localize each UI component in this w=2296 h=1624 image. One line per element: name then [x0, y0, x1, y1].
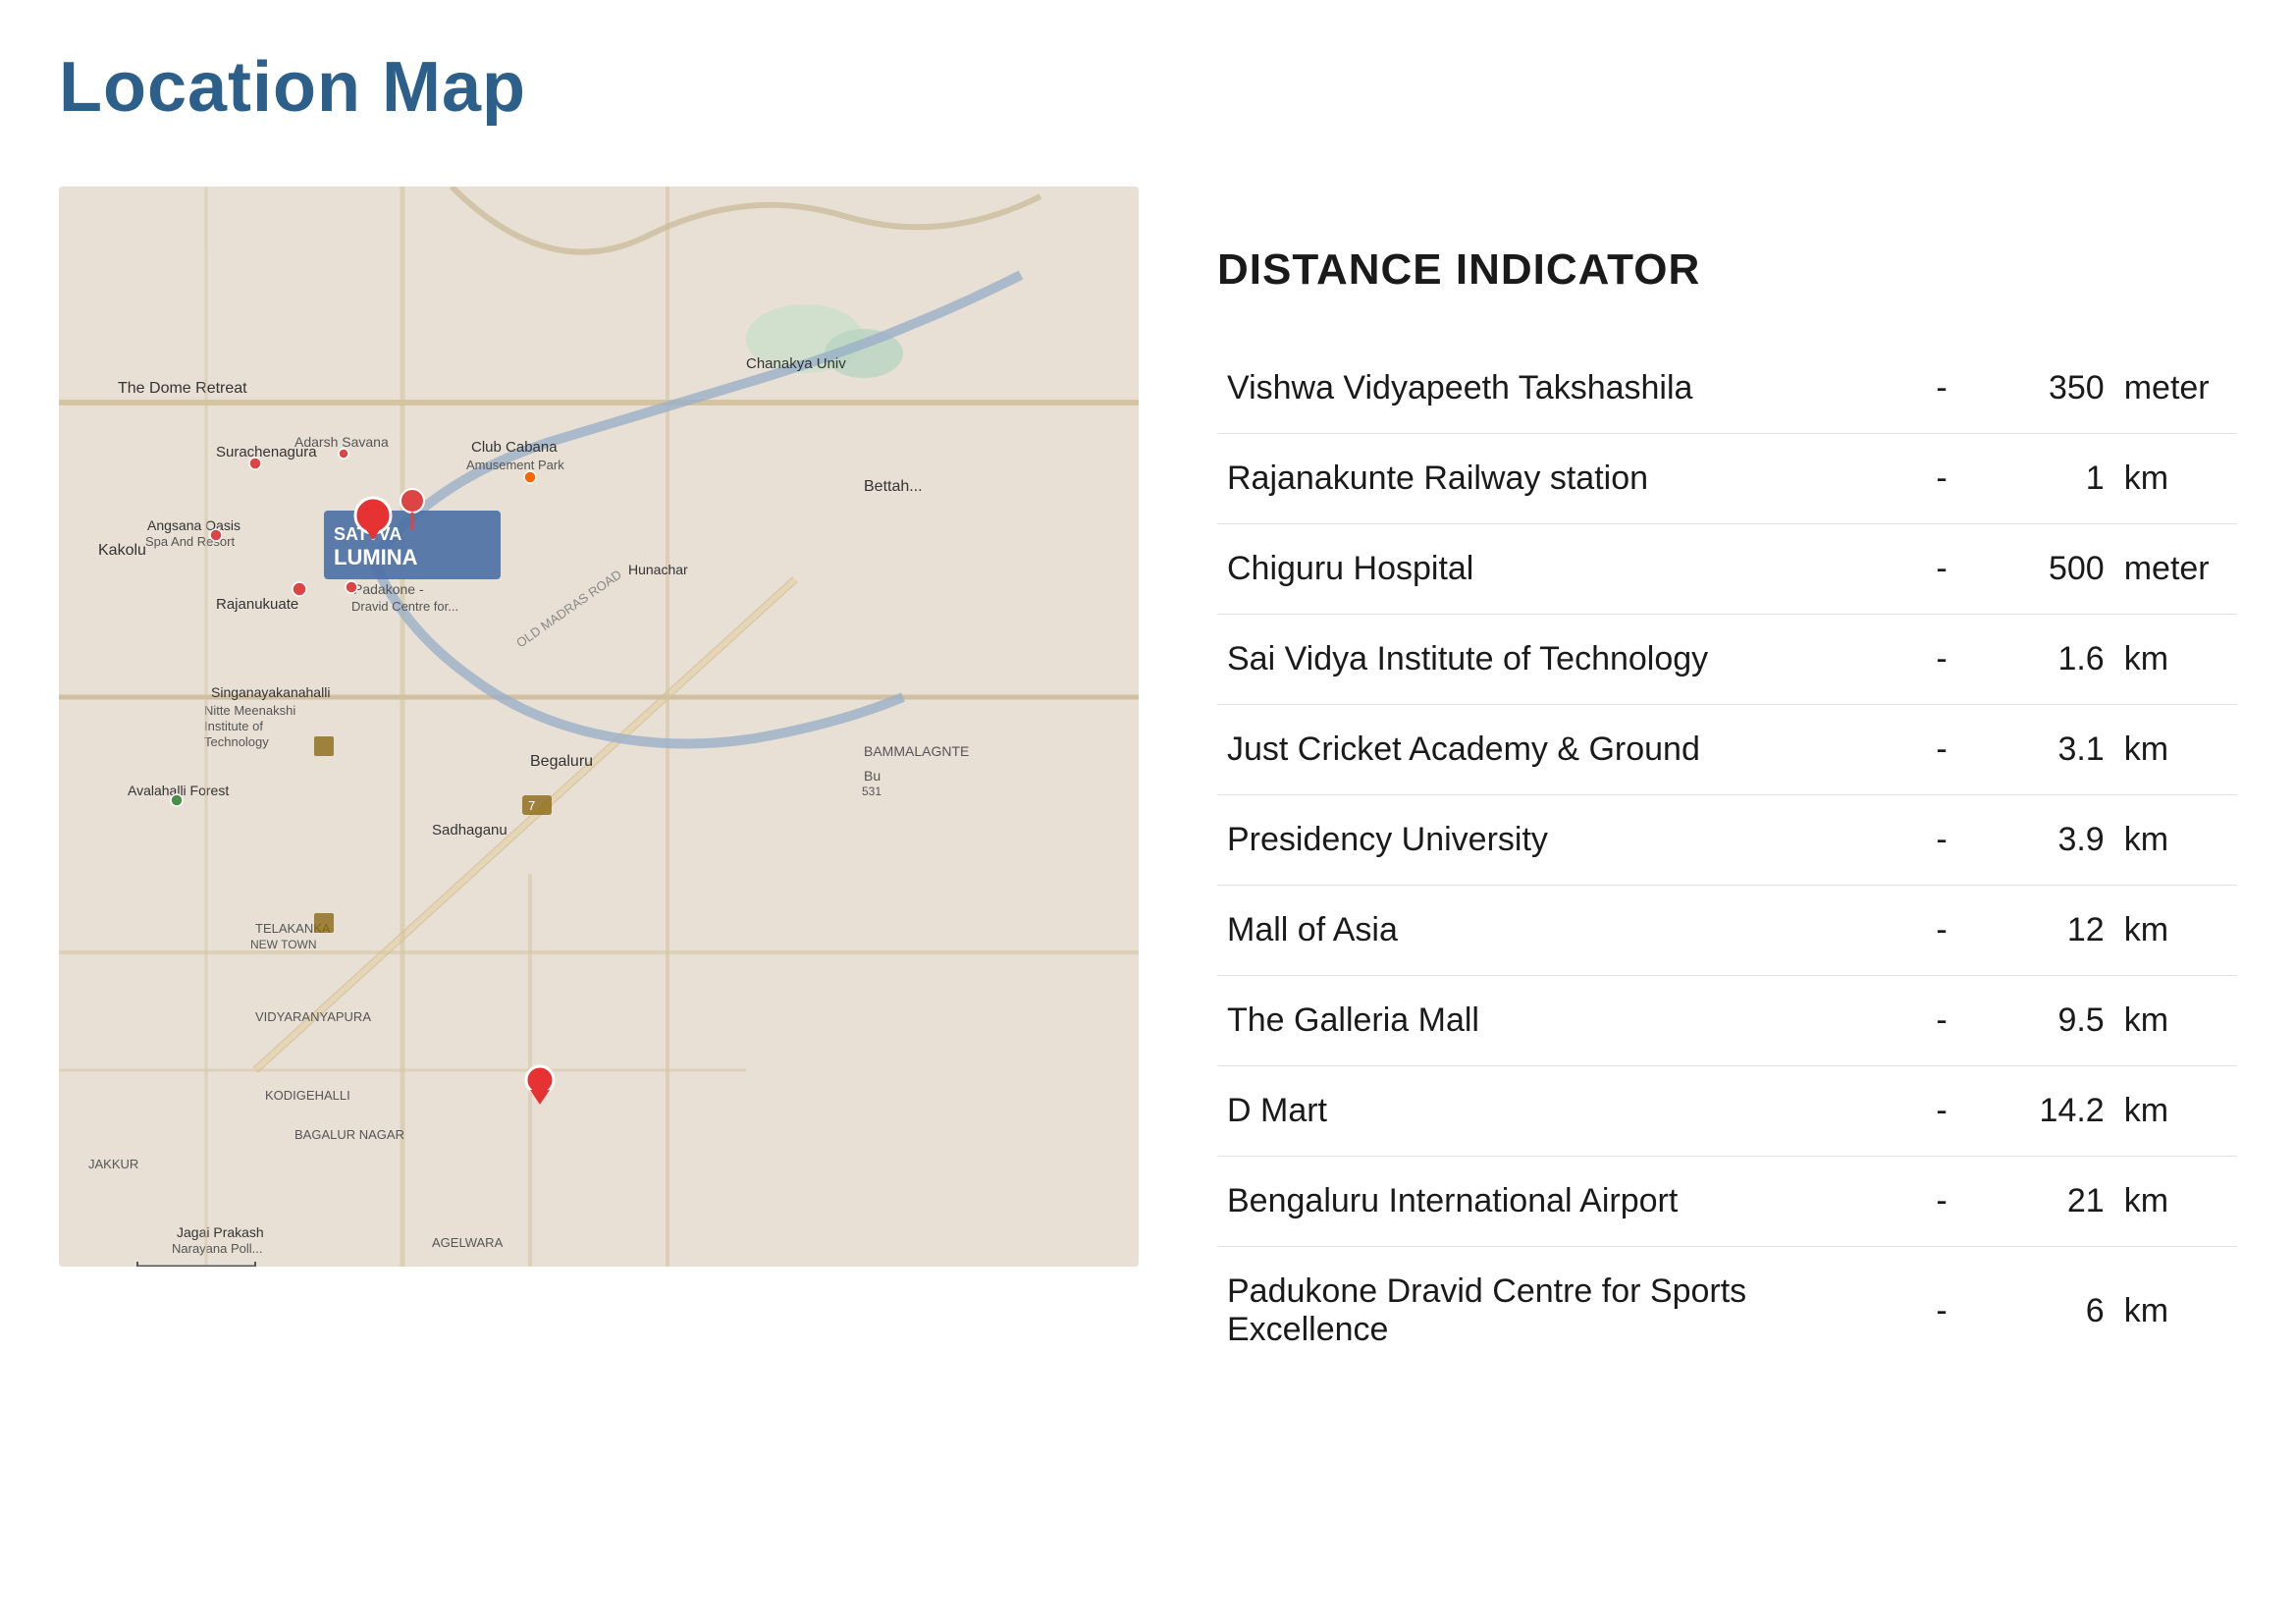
map-container: SATTVA LUMINA The Dome Retreat Surachena…	[59, 187, 1139, 1267]
svg-text:Nitte Meenakshi: Nitte Meenakshi	[204, 703, 295, 718]
distance-name: Rajanakunte Railway station	[1217, 434, 1907, 524]
distance-row: Bengaluru International Airport - 21 km	[1217, 1157, 2237, 1247]
distance-value: 14.2	[1976, 1066, 2114, 1157]
distance-unit: km	[2114, 1066, 2237, 1157]
svg-text:Narayana Poll...: Narayana Poll...	[172, 1241, 263, 1256]
distance-unit: meter	[2114, 344, 2237, 434]
distance-value: 3.9	[1976, 795, 2114, 886]
distance-name: Just Cricket Academy & Ground	[1217, 705, 1907, 795]
distance-row: Vishwa Vidyapeeth Takshashila - 350 mete…	[1217, 344, 2237, 434]
svg-text:531: 531	[862, 785, 881, 798]
distance-value: 3.1	[1976, 705, 2114, 795]
distance-value: 12	[1976, 886, 2114, 976]
distance-value: 9.5	[1976, 976, 2114, 1066]
distance-unit: km	[2114, 705, 2237, 795]
distance-value: 1	[1976, 434, 2114, 524]
svg-text:AGELWARA: AGELWARA	[432, 1235, 504, 1250]
svg-text:Adarsh Savana: Adarsh Savana	[294, 434, 389, 450]
distance-value: 350	[1976, 344, 2114, 434]
svg-text:BAMMALAGNTE: BAMMALAGNTE	[864, 743, 969, 759]
distance-unit: meter	[2114, 524, 2237, 615]
distance-row: Just Cricket Academy & Ground - 3.1 km	[1217, 705, 2237, 795]
page-title: Location Map	[59, 47, 2237, 128]
distance-value: 500	[1976, 524, 2114, 615]
svg-text:Jagai Prakash: Jagai Prakash	[177, 1224, 264, 1240]
distance-table: Vishwa Vidyapeeth Takshashila - 350 mete…	[1217, 344, 2237, 1375]
distance-row: The Galleria Mall - 9.5 km	[1217, 976, 2237, 1066]
distance-dash: -	[1907, 1157, 1976, 1247]
distance-name: Mall of Asia	[1217, 886, 1907, 976]
distance-dash: -	[1907, 705, 1976, 795]
svg-text:Rajanukuate: Rajanukuate	[216, 596, 298, 613]
svg-text:Technology: Technology	[204, 734, 269, 749]
svg-text:Sadhaganu: Sadhaganu	[432, 822, 507, 839]
distance-row: Chiguru Hospital - 500 meter	[1217, 524, 2237, 615]
distance-row: Sai Vidya Institute of Technology - 1.6 …	[1217, 615, 2237, 705]
svg-text:LUMINA: LUMINA	[334, 545, 418, 569]
svg-text:Hunachar: Hunachar	[628, 562, 688, 577]
distance-name: Bengaluru International Airport	[1217, 1157, 1907, 1247]
distance-name: Chiguru Hospital	[1217, 524, 1907, 615]
distance-unit: km	[2114, 886, 2237, 976]
distance-dash: -	[1907, 524, 1976, 615]
svg-text:Bu: Bu	[864, 768, 881, 784]
distance-value: 1.6	[1976, 615, 2114, 705]
distance-row: Rajanakunte Railway station - 1 km	[1217, 434, 2237, 524]
distance-row: D Mart - 14.2 km	[1217, 1066, 2237, 1157]
svg-text:The Dome Retreat: The Dome Retreat	[118, 380, 247, 397]
svg-text:Angsana Oasis: Angsana Oasis	[147, 517, 240, 533]
svg-text:VIDYARANYAPURA: VIDYARANYAPURA	[255, 1009, 371, 1024]
svg-text:NEW TOWN: NEW TOWN	[250, 938, 317, 951]
distance-unit: km	[2114, 795, 2237, 886]
distance-dash: -	[1907, 795, 1976, 886]
distance-panel: DISTANCE INDICATOR Vishwa Vidyapeeth Tak…	[1217, 187, 2237, 1375]
svg-text:Singanayakanahalli: Singanayakanahalli	[211, 684, 330, 700]
distance-unit: km	[2114, 976, 2237, 1066]
svg-text:Institute of: Institute of	[204, 719, 263, 733]
map-image: SATTVA LUMINA The Dome Retreat Surachena…	[59, 187, 1139, 1267]
distance-unit: km	[2114, 1247, 2237, 1376]
svg-text:Dravid Centre for...: Dravid Centre for...	[351, 599, 458, 614]
distance-dash: -	[1907, 976, 1976, 1066]
svg-text:Chanakya Univ: Chanakya Univ	[746, 355, 846, 372]
distance-unit: km	[2114, 615, 2237, 705]
distance-name: The Galleria Mall	[1217, 976, 1907, 1066]
distance-name: Vishwa Vidyapeeth Takshashila	[1217, 344, 1907, 434]
distance-dash: -	[1907, 1247, 1976, 1376]
svg-text:JAKKUR: JAKKUR	[88, 1157, 138, 1171]
distance-row: Mall of Asia - 12 km	[1217, 886, 2237, 976]
distance-dash: -	[1907, 1066, 1976, 1157]
distance-name: Presidency University	[1217, 795, 1907, 886]
distance-name: Sai Vidya Institute of Technology	[1217, 615, 1907, 705]
svg-text:Amusement Park: Amusement Park	[466, 458, 564, 472]
svg-text:Bettah...: Bettah...	[864, 478, 923, 495]
distance-value: 6	[1976, 1247, 2114, 1376]
svg-text:Kakolu: Kakolu	[98, 542, 146, 559]
distance-row: Presidency University - 3.9 km	[1217, 795, 2237, 886]
distance-value: 21	[1976, 1157, 2114, 1247]
svg-text:Begaluru: Begaluru	[530, 753, 593, 770]
svg-text:7: 7	[528, 798, 535, 813]
distance-name: D Mart	[1217, 1066, 1907, 1157]
distance-dash: -	[1907, 344, 1976, 434]
distance-indicator-title: DISTANCE INDICATOR	[1217, 245, 2237, 295]
distance-dash: -	[1907, 434, 1976, 524]
distance-unit: km	[2114, 1157, 2237, 1247]
svg-text:BAGALUR NAGAR: BAGALUR NAGAR	[294, 1127, 404, 1142]
svg-text:Club Cabana: Club Cabana	[471, 439, 558, 456]
distance-dash: -	[1907, 886, 1976, 976]
content-area: SATTVA LUMINA The Dome Retreat Surachena…	[59, 187, 2237, 1375]
distance-dash: -	[1907, 615, 1976, 705]
svg-text:Padakone -: Padakone -	[353, 581, 424, 597]
distance-unit: km	[2114, 434, 2237, 524]
svg-text:KODIGEHALLI: KODIGEHALLI	[265, 1088, 350, 1103]
distance-row: Padukone Dravid Centre for Sports Excell…	[1217, 1247, 2237, 1376]
distance-name: Padukone Dravid Centre for Sports Excell…	[1217, 1247, 1907, 1376]
